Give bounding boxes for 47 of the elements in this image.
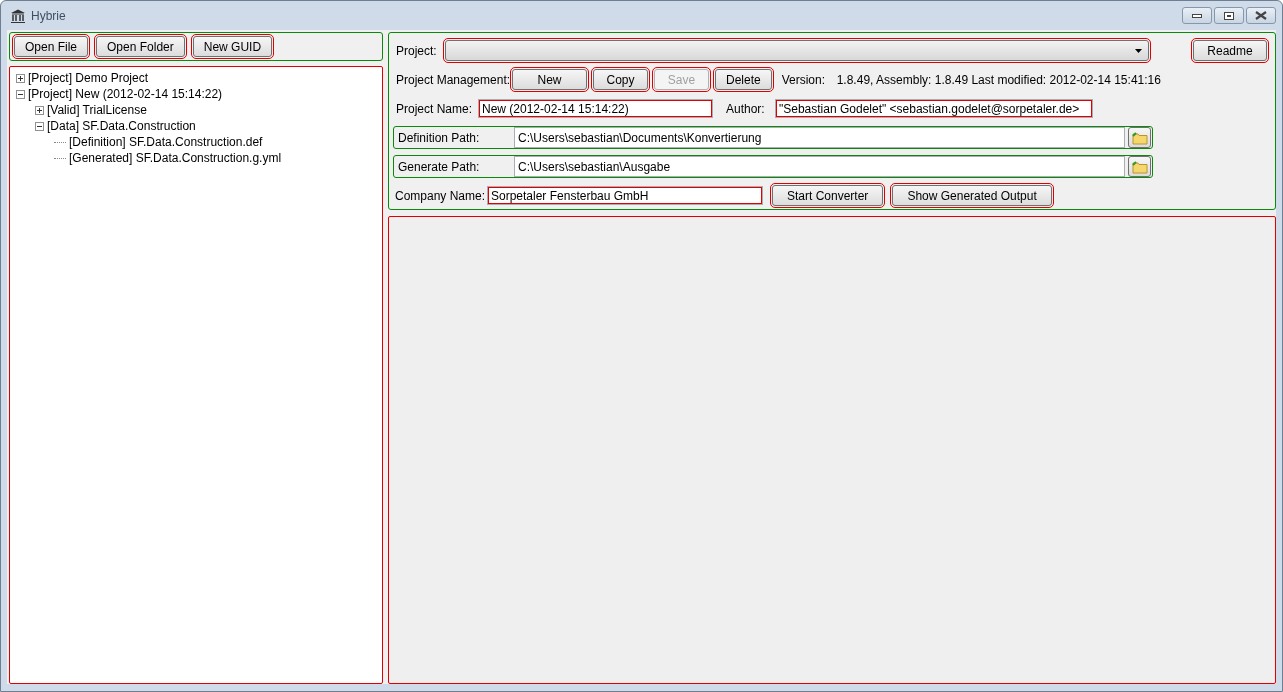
action-button[interactable]: Start Converter — [772, 185, 884, 206]
expand-icon[interactable] — [35, 105, 44, 115]
author-label: Author: — [726, 101, 766, 116]
building-icon — [10, 8, 26, 23]
tree-item[interactable]: [Definition] SF.Data.Construction.def — [69, 135, 263, 149]
tree-item[interactable]: [Valid] TrialLicense — [47, 103, 147, 117]
maximize-icon — [1224, 11, 1234, 20]
path-field[interactable]: C:\Users\sebastian\Ausgabe — [514, 156, 1125, 177]
tree-item[interactable]: [Generated] SF.Data.Construction.g.yml — [69, 151, 282, 165]
action-button[interactable]: Show Generated Output — [892, 185, 1052, 206]
window-title: Hybrie — [31, 8, 67, 23]
version-label: Version: — [781, 72, 827, 87]
toolbar-button[interactable]: Open File — [14, 36, 89, 57]
expand-icon[interactable] — [16, 73, 25, 83]
version-text: 1.8.49, Assembly: 1.8.49 Last modified: 2012-02-14 15:41:16 — [836, 72, 1161, 87]
tree-item[interactable]: [Project] New (2012-02-14 15:14:22) — [28, 87, 223, 101]
browse-button[interactable] — [1128, 156, 1151, 177]
readme-button[interactable]: Readme — [1193, 40, 1267, 61]
toolbar-button[interactable]: Open Folder — [96, 36, 185, 57]
dropdown-arrow-icon — [1135, 48, 1142, 53]
path-label: Generate Path: — [398, 159, 481, 174]
collapse-icon[interactable] — [16, 89, 25, 99]
maximize-button[interactable] — [1214, 7, 1244, 24]
author-field[interactable]: "Sebastian Godelet" <sebastian.godelet@sorpetaler.de> — [775, 99, 1093, 118]
toolbar-button[interactable]: New GUID — [192, 36, 273, 57]
company-name-label: Company Name: — [395, 188, 487, 203]
minimize-button[interactable] — [1182, 7, 1212, 24]
folder-icon — [1131, 159, 1148, 174]
project-name-field[interactable]: New (2012-02-14 15:14:22) — [478, 99, 713, 118]
project-action-button[interactable]: New — [512, 69, 587, 90]
project-action-button[interactable]: Copy — [593, 69, 648, 90]
path-label: Definition Path: — [398, 130, 481, 145]
path-field[interactable]: C:\Users\sebastian\Documents\Konvertierung — [514, 127, 1125, 148]
project-label: Project: — [396, 43, 437, 58]
tree-item[interactable]: [Project] Demo Project — [28, 71, 149, 85]
management-label: Project Management: — [396, 72, 512, 87]
minimize-icon — [1192, 12, 1202, 19]
close-icon — [1255, 11, 1267, 20]
company-name-field[interactable]: Sorpetaler Fensterbau GmbH — [487, 186, 763, 205]
folder-icon — [1131, 130, 1148, 145]
project-name-label: Project Name: — [396, 101, 474, 116]
tree-item[interactable]: [Data] SF.Data.Construction — [47, 119, 196, 133]
collapse-icon[interactable] — [35, 121, 44, 131]
project-dropdown[interactable] — [445, 40, 1149, 61]
close-button[interactable] — [1246, 7, 1276, 24]
project-action-button[interactable]: Delete — [715, 69, 772, 90]
browse-button[interactable] — [1128, 127, 1151, 148]
